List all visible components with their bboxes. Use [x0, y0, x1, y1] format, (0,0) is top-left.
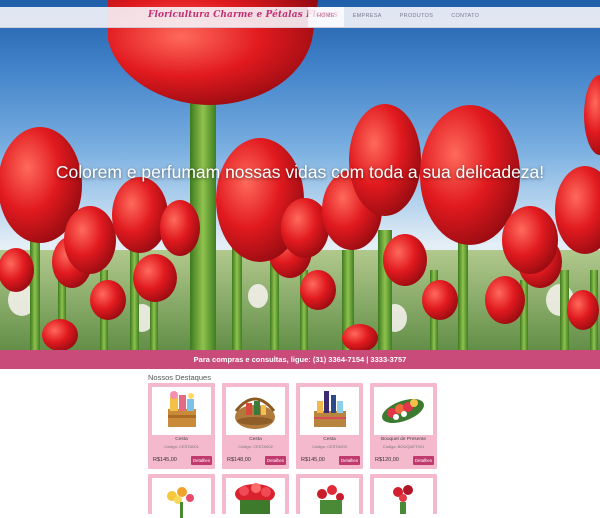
product-card[interactable] — [370, 474, 437, 518]
product-card[interactable] — [148, 474, 215, 518]
product-card[interactable]: Cesta Código: CESTA001 R$145,00 Detalhes — [148, 383, 215, 469]
product-name: Bouquet de Presente — [380, 437, 427, 442]
red-roses-image[interactable] — [300, 478, 359, 518]
featured-title: Nossos Destaques — [148, 373, 211, 382]
yellow-flowers-image[interactable] — [152, 478, 211, 518]
contact-bar: Para compras e consultas, ligue: (31) 33… — [0, 350, 600, 369]
product-card[interactable]: Cesta Código: CESTA003 R$145,00 Detalhes — [296, 383, 363, 469]
details-button[interactable]: Detalhes — [191, 456, 212, 465]
nav-empresa[interactable]: Empresa — [344, 7, 391, 27]
product-name: Cesta — [323, 437, 336, 442]
details-button[interactable]: Detalhes — [413, 456, 434, 465]
gift-basket-image[interactable] — [152, 387, 211, 435]
nav-contato[interactable]: Contato — [442, 7, 488, 27]
product-card[interactable]: Cesta Código: CESTA002 R$148,00 Detalhes — [222, 383, 289, 469]
product-code: Código: CESTA003 — [312, 444, 347, 449]
red-flowers-image[interactable] — [226, 478, 285, 518]
product-card[interactable] — [222, 474, 289, 518]
product-name: Cesta — [175, 437, 188, 442]
product-price: R$120,00 — [375, 457, 399, 463]
bouquet-image[interactable] — [374, 387, 433, 435]
product-card[interactable]: Bouquet de Presente Código: BOUQUET001 R… — [370, 383, 437, 469]
main-nav: Home Empresa Produtos Contato — [308, 7, 488, 27]
product-card[interactable] — [296, 474, 363, 518]
product-code: Código: CESTA002 — [238, 444, 273, 449]
wicker-basket-image[interactable] — [226, 387, 285, 435]
product-code: Código: CESTA001 — [164, 444, 199, 449]
nav-produtos[interactable]: Produtos — [391, 7, 442, 27]
product-price: R$145,00 — [301, 457, 325, 463]
hero-headline: Colorem e perfumam nossas vidas com toda… — [55, 162, 545, 182]
red-roses-image[interactable] — [374, 478, 433, 518]
hero-banner: Floricultura Charme e Pétalas Flores Hom… — [0, 0, 600, 350]
product-price: R$148,00 — [227, 457, 251, 463]
product-name: Cesta — [249, 437, 262, 442]
bottle-basket-image[interactable] — [300, 387, 359, 435]
product-price: R$145,00 — [153, 457, 177, 463]
nav-home[interactable]: Home — [308, 7, 344, 27]
top-navbar: Floricultura Charme e Pétalas Flores Hom… — [0, 7, 600, 28]
product-code: Código: BOUQUET001 — [382, 444, 425, 449]
details-button[interactable]: Detalhes — [339, 456, 360, 465]
details-button[interactable]: Detalhes — [265, 456, 286, 465]
